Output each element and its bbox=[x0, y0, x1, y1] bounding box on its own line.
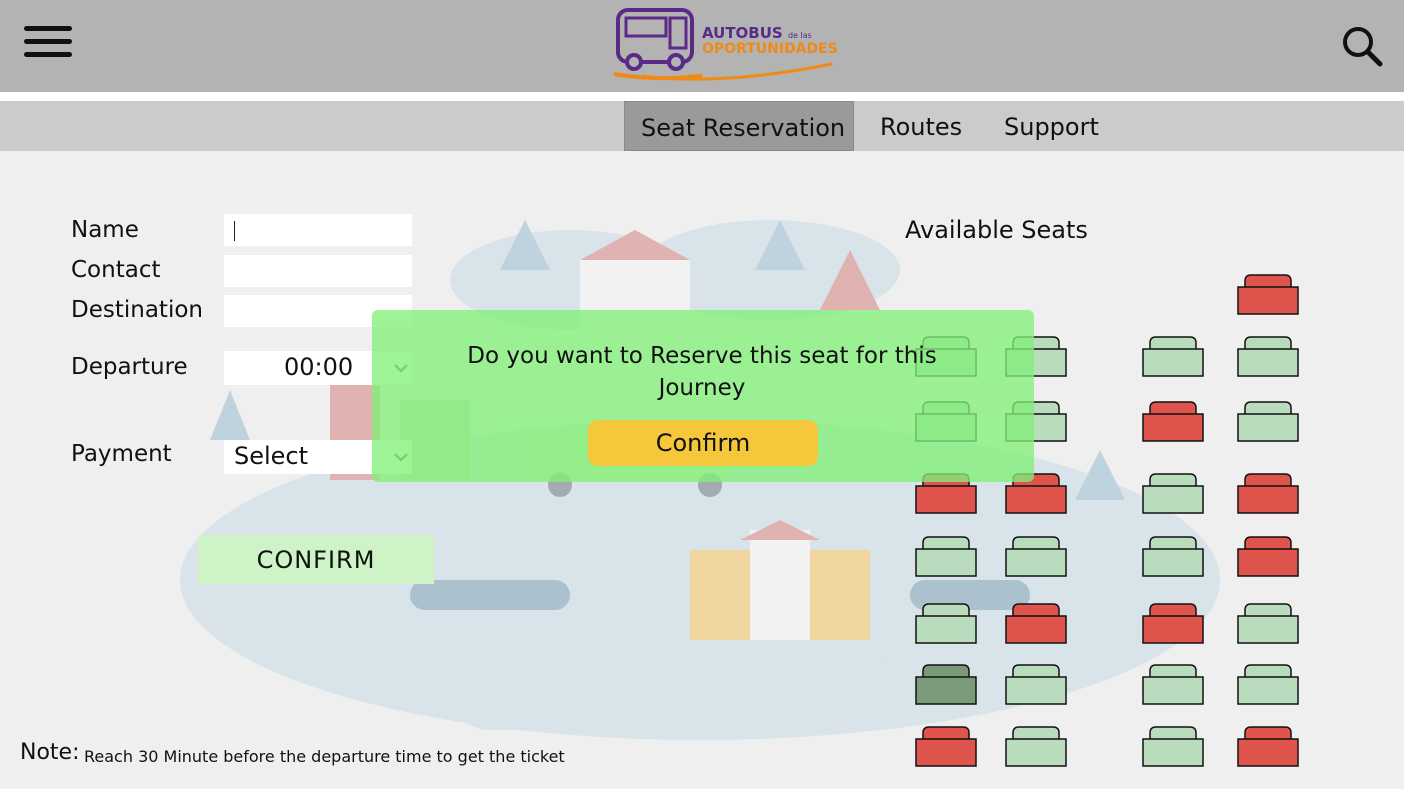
note-text: Reach 30 Minute before the departure tim… bbox=[84, 747, 565, 766]
destination-label: Destination bbox=[71, 297, 203, 323]
seat-reserved[interactable] bbox=[1142, 602, 1204, 644]
dialog-confirm-button[interactable]: Confirm bbox=[588, 420, 818, 466]
seat-reserved[interactable] bbox=[1005, 602, 1067, 644]
seat-available[interactable] bbox=[1237, 663, 1299, 705]
seat-available[interactable] bbox=[1237, 335, 1299, 377]
contact-input[interactable] bbox=[224, 255, 412, 287]
seat-available[interactable] bbox=[1142, 535, 1204, 577]
reserve-dialog: Do you want to Reserve this seat for thi… bbox=[372, 310, 1034, 482]
seat-selected[interactable] bbox=[915, 663, 977, 705]
header-bar: AUTOBUS de las OPORTUNIDADES bbox=[0, 0, 1404, 92]
seat-available[interactable] bbox=[1142, 663, 1204, 705]
seat-reserved[interactable] bbox=[1237, 273, 1299, 315]
text-caret bbox=[234, 221, 235, 241]
logo-word2: OPORTUNIDADES bbox=[702, 41, 838, 57]
logo[interactable]: AUTOBUS de las OPORTUNIDADES bbox=[612, 4, 838, 84]
tab-seat-reservation[interactable]: Seat Reservation bbox=[624, 101, 854, 151]
payment-value: Select bbox=[234, 442, 309, 470]
payment-label: Payment bbox=[71, 441, 172, 467]
logo-small: de las bbox=[787, 31, 812, 40]
seat-available[interactable] bbox=[1005, 663, 1067, 705]
name-input[interactable] bbox=[224, 214, 412, 246]
seat-available[interactable] bbox=[1005, 725, 1067, 767]
tab-routes[interactable]: Routes bbox=[880, 101, 962, 151]
seat-reserved[interactable] bbox=[1237, 725, 1299, 767]
seat-available[interactable] bbox=[1005, 535, 1067, 577]
header-divider bbox=[0, 92, 1404, 101]
seat-reserved[interactable] bbox=[915, 725, 977, 767]
seat-available[interactable] bbox=[915, 602, 977, 644]
seat-available[interactable] bbox=[1237, 400, 1299, 442]
dialog-message: Do you want to Reserve this seat for thi… bbox=[467, 343, 937, 401]
departure-label: Departure bbox=[71, 354, 188, 380]
name-label: Name bbox=[71, 217, 139, 243]
nav-bar: Seat Reservation Routes Support bbox=[0, 101, 1404, 151]
seat-available[interactable] bbox=[1142, 472, 1204, 514]
seat-available[interactable] bbox=[915, 535, 977, 577]
seat-available[interactable] bbox=[1142, 335, 1204, 377]
departure-value: 00:00 bbox=[284, 353, 354, 381]
confirm-button[interactable]: CONFIRM bbox=[198, 535, 434, 584]
search-icon[interactable] bbox=[1340, 24, 1384, 68]
available-seats-title: Available Seats bbox=[905, 216, 1088, 244]
logo-word: AUTOBUS bbox=[702, 24, 783, 42]
tab-support[interactable]: Support bbox=[1004, 101, 1099, 151]
seat-available[interactable] bbox=[1237, 602, 1299, 644]
note-label: Note: bbox=[20, 740, 80, 765]
menu-icon[interactable] bbox=[24, 26, 72, 64]
seat-reserved[interactable] bbox=[1142, 400, 1204, 442]
seat-reserved[interactable] bbox=[1237, 472, 1299, 514]
seat-available[interactable] bbox=[1142, 725, 1204, 767]
seat-reserved[interactable] bbox=[1237, 535, 1299, 577]
contact-label: Contact bbox=[71, 257, 161, 283]
